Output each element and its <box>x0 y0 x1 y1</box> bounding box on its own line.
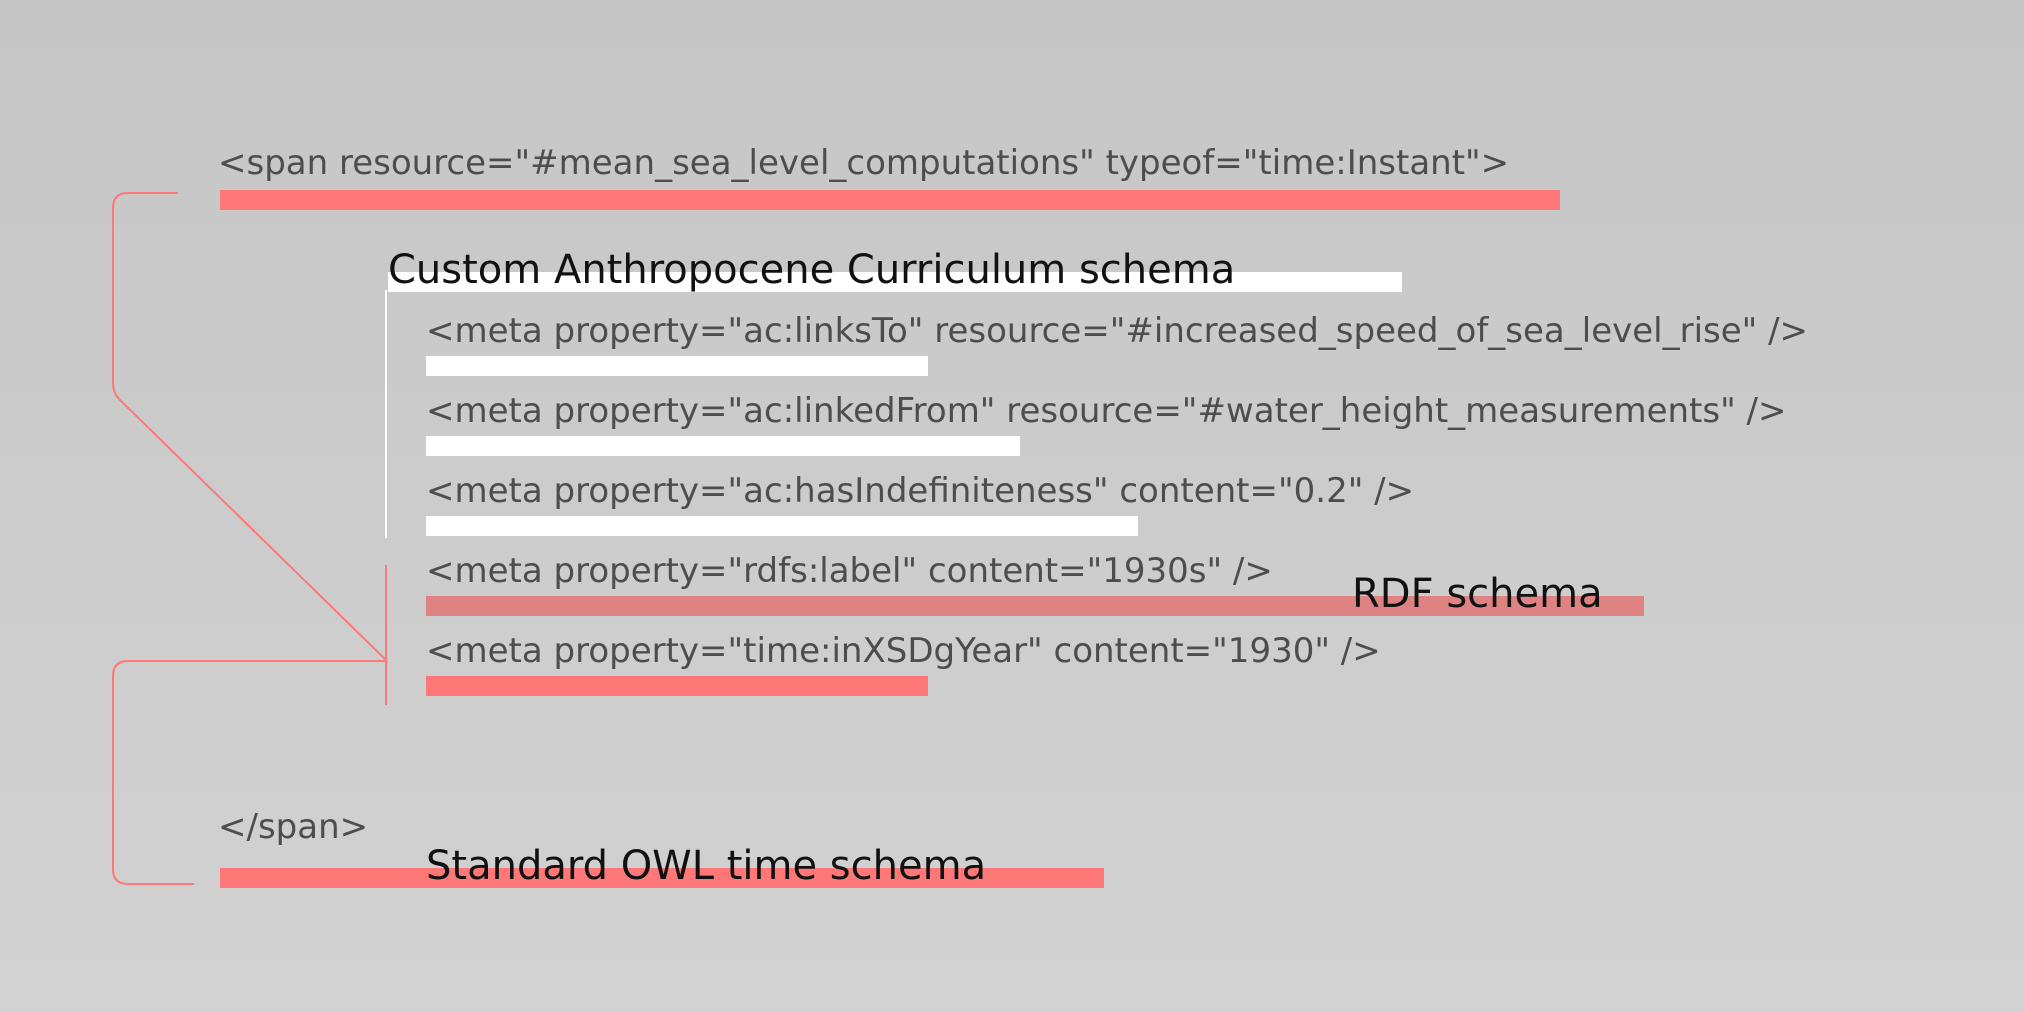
custom-highlight-links-to <box>426 356 928 376</box>
owl-time-schema-label: Standard OWL time schema <box>426 843 987 889</box>
code-meta-in-xsd-g-year: <meta property="time:inXSDgYear" content… <box>426 631 1381 671</box>
code-meta-links-to: <meta property="ac:linksTo" resource="#i… <box>426 311 1809 351</box>
custom-highlight-linked-from <box>426 436 1020 456</box>
code-span-close: </span> <box>218 807 369 847</box>
owl-time-connector-lower <box>112 660 386 885</box>
code-span-open: <span resource="#mean_sea_level_computat… <box>218 143 1510 183</box>
owl-time-connector-upper <box>112 192 387 661</box>
rdf-schema-label: RDF schema <box>1352 571 1603 617</box>
schema-diagram: <span resource="#mean_sea_level_computat… <box>0 0 2024 1012</box>
code-meta-linked-from: <meta property="ac:linkedFrom" resource=… <box>426 391 1787 431</box>
owl-time-highlight-span-open <box>220 190 1560 210</box>
code-meta-has-indefiniteness: <meta property="ac:hasIndefiniteness" co… <box>426 471 1415 511</box>
custom-schema-label: Custom Anthropocene Curriculum schema <box>388 247 1236 293</box>
owl-time-highlight-in-xsd-g-year <box>426 676 928 696</box>
code-meta-rdfs-label: <meta property="rdfs:label" content="193… <box>426 551 1273 591</box>
custom-highlight-has-indefiniteness <box>426 516 1138 536</box>
